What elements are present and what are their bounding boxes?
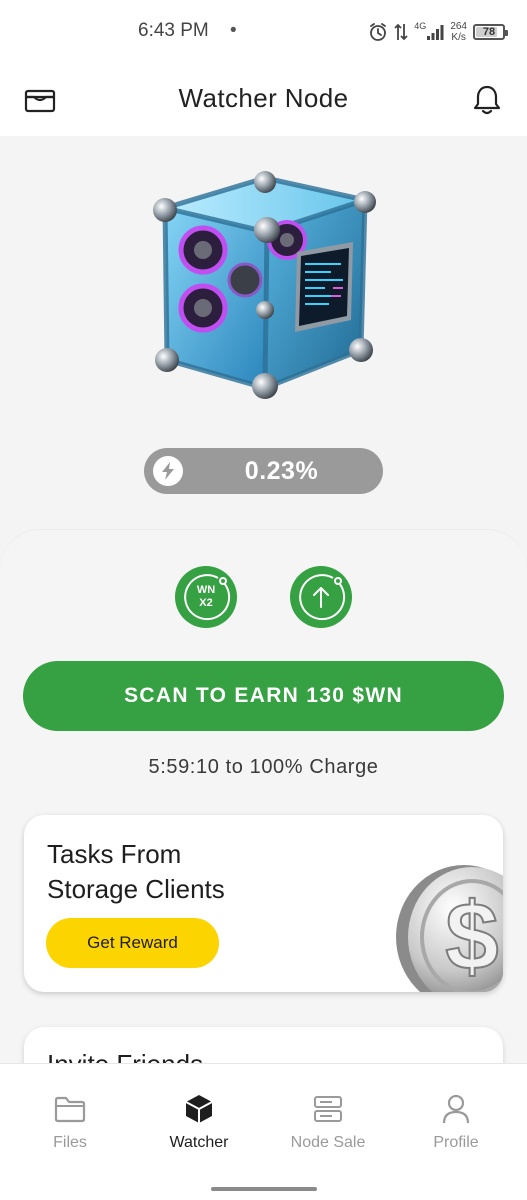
nav-item-watcher[interactable]: Watcher: [139, 1092, 259, 1152]
nav-label-watcher: Watcher: [169, 1134, 229, 1151]
notifications-button[interactable]: [469, 82, 505, 118]
app-screen: 6:43 PM • 4G 264 K/s 78 Watcher Node 0.2…: [0, 0, 527, 1200]
dollar-coin-image: $: [396, 865, 503, 992]
cube-icon: [185, 1095, 213, 1123]
boost-label: WN X2: [197, 584, 215, 610]
speed-unit: K/s: [451, 32, 466, 43]
nav-label-node-sale: Node Sale: [290, 1134, 366, 1151]
nav-item-files[interactable]: Files: [10, 1092, 130, 1152]
bell-icon: [473, 85, 501, 115]
battery-percent: 78: [482, 26, 496, 38]
status-icons: 4G 264 K/s 78: [368, 18, 508, 46]
bottom-navigation: Files Watcher Node Sale Profile: [0, 1063, 527, 1200]
svg-text:$: $: [445, 883, 498, 990]
tasks-title-line2: Storage Clients: [47, 874, 225, 904]
speed-value: 264: [450, 21, 467, 32]
arrow-up-icon: [313, 587, 329, 608]
status-dot: •: [230, 20, 237, 41]
wn-x2-boost-button[interactable]: WN X2: [175, 566, 237, 628]
boost-label-line1: WN: [196, 584, 216, 596]
nav-label-profile: Profile: [433, 1134, 479, 1151]
home-indicator[interactable]: [211, 1187, 317, 1191]
tasks-card[interactable]: Tasks From Storage Clients Get Reward $: [24, 815, 503, 992]
app-header: Watcher Node: [0, 64, 527, 136]
user-icon: [442, 1094, 470, 1124]
nav-item-node-sale[interactable]: Node Sale: [268, 1092, 388, 1152]
scan-to-earn-button[interactable]: SCAN TO EARN 130 $WN: [23, 661, 504, 731]
charge-percent: 0.23%: [244, 457, 319, 485]
alarm-icon: [370, 23, 387, 41]
lightning-icon: [153, 456, 183, 486]
network-speed: 264 K/s: [450, 21, 467, 43]
charge-timer: 5:59:10 to 100% Charge: [148, 756, 379, 778]
data-transfer-icon: [394, 23, 408, 41]
upgrade-button[interactable]: [290, 566, 352, 628]
charge-status-pill: 0.23%: [144, 448, 383, 494]
nav-label-files: Files: [53, 1134, 87, 1151]
signal-icon: [427, 25, 444, 40]
tasks-card-title: Tasks From Storage Clients: [47, 837, 307, 907]
nav-item-profile[interactable]: Profile: [396, 1092, 516, 1152]
folder-icon: [54, 1096, 86, 1123]
network-type: 4G: [414, 21, 427, 31]
status-time: 6:43 PM: [138, 20, 209, 41]
tasks-title-line1: Tasks From: [47, 839, 182, 869]
boost-label-line2: X2: [199, 597, 213, 609]
watcher-node-cube-image: [153, 171, 376, 399]
get-reward-button[interactable]: Get Reward: [46, 918, 219, 968]
page-title: Watcher Node: [178, 83, 349, 113]
server-icon: [314, 1096, 342, 1122]
status-bar: 6:43 PM • 4G 264 K/s 78: [0, 0, 527, 64]
battery-icon: 78: [473, 24, 508, 40]
